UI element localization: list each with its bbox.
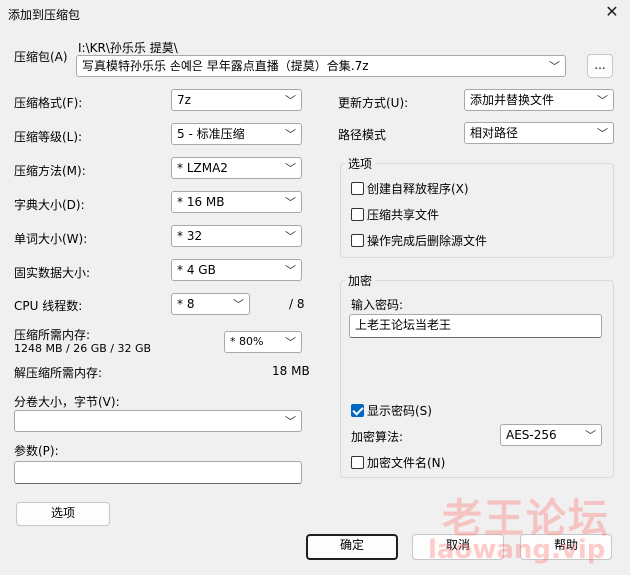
options-button[interactable]: 选项: [16, 502, 110, 526]
update-label: 更新方式(U):: [338, 96, 409, 110]
encrypt-method-select[interactable]: AES-256 ﹀: [500, 424, 602, 446]
options-group-title: 选项: [345, 155, 376, 172]
encrypt-names-label: 加密文件名(N): [367, 456, 446, 470]
option-shared[interactable]: 压缩共享文件: [351, 206, 439, 223]
watermark-url: laowang.vip: [428, 535, 606, 565]
solid-value: * 4 GB: [177, 263, 216, 277]
threads-label: CPU 线程数:: [14, 299, 83, 313]
chevron-down-icon: ﹀: [285, 230, 296, 243]
path-mode-select[interactable]: 相对路径 ﹀: [464, 122, 614, 144]
mem-compress-detail: 1248 MB / 26 GB / 32 GB: [14, 342, 152, 355]
level-select[interactable]: 5 - 标准压缩 ﹀: [171, 123, 302, 145]
chevron-down-icon: ﹀: [285, 128, 296, 141]
archive-label: 压缩包(A): [14, 50, 68, 64]
sfx-label: 创建自释放程序(X): [367, 182, 469, 196]
split-select[interactable]: ﹀: [14, 410, 302, 432]
path-mode-label: 路径模式: [338, 128, 387, 142]
chevron-down-icon: ﹀: [285, 196, 296, 209]
dict-label: 字典大小(D):: [14, 198, 85, 212]
chevron-down-icon: ﹀: [233, 298, 244, 311]
delete-label: 操作完成后删除源文件: [367, 234, 488, 248]
close-icon[interactable]: ✕: [603, 3, 621, 21]
encrypt-group-title: 加密: [345, 272, 376, 289]
path-mode-value: 相对路径: [470, 126, 519, 140]
mem-compress-label: 压缩所需内存:: [14, 328, 91, 342]
chevron-down-icon: ﹀: [285, 162, 296, 175]
word-value: * 32: [177, 229, 203, 243]
option-delete[interactable]: 操作完成后删除源文件: [351, 232, 487, 249]
mem-compress-value: * 80%: [230, 335, 264, 348]
encrypt-names-checkbox[interactable]: [351, 456, 364, 469]
split-label: 分卷大小，字节(V):: [14, 395, 120, 409]
encrypt-method-value: AES-256: [506, 428, 557, 442]
archive-path: I:\KR\孙乐乐 提莫\: [78, 41, 178, 55]
chevron-down-icon: ﹀: [549, 60, 560, 73]
threads-value: * 8: [177, 297, 195, 311]
chevron-down-icon: ﹀: [597, 127, 608, 140]
chevron-down-icon: ﹀: [285, 415, 296, 428]
browse-button[interactable]: ...: [587, 54, 613, 78]
chevron-down-icon: ﹀: [585, 429, 596, 442]
threads-max: / 8: [289, 297, 305, 311]
chevron-down-icon: ﹀: [285, 94, 296, 107]
delete-checkbox[interactable]: [351, 234, 364, 247]
threads-select[interactable]: * 8 ﹀: [171, 293, 250, 315]
window-title: 添加到压缩包: [8, 8, 81, 22]
archive-filename-value: 写真模特孙乐乐 손예은 早年露点直播（提莫）合集.7z: [82, 59, 369, 73]
mem-decompress-label: 解压缩所需内存:: [14, 366, 103, 380]
encrypt-method-label: 加密算法:: [351, 430, 404, 444]
password-input[interactable]: 上老王论坛当老王: [349, 314, 602, 338]
show-password-checkbox[interactable]: [351, 404, 364, 417]
password-label: 输入密码:: [351, 298, 404, 312]
chevron-down-icon: ﹀: [285, 264, 296, 277]
encrypt-names-option[interactable]: 加密文件名(N): [351, 454, 445, 471]
option-sfx[interactable]: 创建自释放程序(X): [351, 180, 469, 197]
method-select[interactable]: * LZMA2 ﹀: [171, 157, 302, 179]
solid-select[interactable]: * 4 GB ﹀: [171, 259, 302, 281]
shared-label: 压缩共享文件: [367, 208, 440, 222]
params-label: 参数(P):: [14, 444, 59, 458]
update-value: 添加并替换文件: [470, 93, 555, 107]
format-label: 压缩格式(F):: [14, 96, 83, 110]
word-label: 单词大小(W):: [14, 232, 88, 246]
mem-decompress-value: 18 MB: [272, 364, 310, 378]
show-password-label: 显示密码(S): [367, 404, 432, 418]
word-select[interactable]: * 32 ﹀: [171, 225, 302, 247]
sfx-checkbox[interactable]: [351, 182, 364, 195]
shared-checkbox[interactable]: [351, 208, 364, 221]
level-label: 压缩等级(L):: [14, 130, 83, 144]
method-label: 压缩方法(M):: [14, 164, 86, 178]
solid-label: 固实数据大小:: [14, 266, 91, 280]
show-password-option[interactable]: 显示密码(S): [351, 402, 432, 419]
archive-filename-combo[interactable]: 写真模特孙乐乐 손예은 早年露点直播（提莫）合集.7z ﹀: [76, 55, 566, 77]
mem-compress-select[interactable]: * 80% ﹀: [224, 331, 302, 353]
dict-select[interactable]: * 16 MB ﹀: [171, 191, 302, 213]
format-select[interactable]: 7z ﹀: [171, 89, 302, 111]
dict-value: * 16 MB: [177, 195, 225, 209]
update-select[interactable]: 添加并替换文件 ﹀: [464, 89, 614, 111]
format-value: 7z: [177, 93, 191, 107]
title-bar: [0, 0, 630, 28]
params-input[interactable]: [14, 461, 302, 484]
level-value: 5 - 标准压缩: [177, 127, 245, 141]
chevron-down-icon: ﹀: [285, 336, 296, 349]
method-value: * LZMA2: [177, 161, 228, 175]
chevron-down-icon: ﹀: [597, 94, 608, 107]
ok-button[interactable]: 确定: [306, 534, 398, 560]
